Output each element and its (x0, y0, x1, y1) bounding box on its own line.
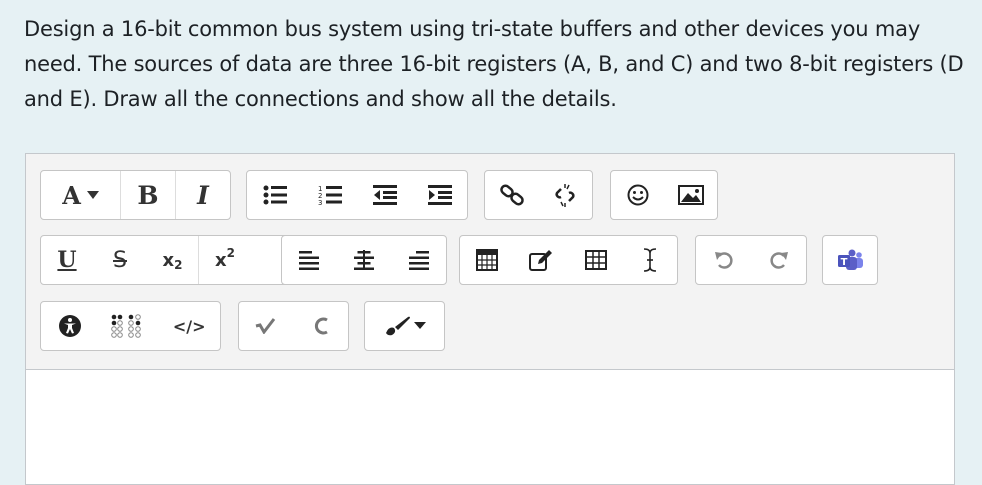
table-button[interactable] (569, 236, 623, 284)
accessibility-button[interactable] (41, 302, 99, 350)
image-icon (677, 185, 704, 205)
redo-icon (769, 252, 788, 269)
bold-letter: B (137, 180, 159, 210)
question-text: Design a 16-bit common bus system using … (24, 17, 964, 111)
bullet-list-button[interactable] (247, 171, 302, 219)
editor-toolbar: A B I 1 2 3 U S x 2 x 2 T </> (26, 154, 954, 370)
subscript-number: 2 (174, 258, 183, 272)
align-group (281, 235, 447, 285)
teams-icon: T (838, 249, 863, 270)
table-grid-icon (475, 249, 498, 271)
redo-button[interactable] (751, 236, 806, 284)
align-left-button[interactable] (282, 236, 337, 284)
text-cursor-icon (643, 248, 656, 272)
font-style-button[interactable]: A (41, 171, 121, 219)
align-right-icon (408, 251, 429, 270)
dropdown-caret-icon (86, 191, 99, 199)
accessibility-icon (58, 315, 81, 337)
numbered-list-button[interactable]: 1 2 3 (302, 171, 357, 219)
font-style-group: A B I (40, 170, 231, 220)
superscript-base: x (215, 249, 227, 271)
history-group (695, 235, 807, 285)
outdent-button[interactable] (357, 171, 412, 219)
align-center-button[interactable] (337, 236, 392, 284)
chemistry-button[interactable] (294, 302, 349, 350)
html-button[interactable]: </> (158, 302, 220, 350)
link-group (484, 170, 593, 220)
underline-button[interactable]: U (41, 236, 93, 284)
unlink-button[interactable] (539, 171, 593, 219)
subscript-base: x (162, 249, 175, 271)
editor-content-area[interactable] (26, 370, 954, 484)
align-center-icon (354, 250, 374, 270)
image-button[interactable] (664, 171, 717, 219)
unlink-icon (555, 184, 575, 207)
bullet-list-icon (263, 185, 287, 205)
media-group (610, 170, 718, 220)
strikethrough-button[interactable]: S (93, 236, 147, 284)
text-format-group: U S x2 x2 (40, 235, 295, 285)
undo-icon (714, 252, 733, 269)
italic-letter: I (197, 180, 209, 210)
italic-button[interactable]: I (176, 171, 230, 219)
accessibility-group: </> (40, 301, 221, 351)
paintbrush-button[interactable] (365, 302, 444, 350)
subscript-button[interactable]: x2 (147, 236, 199, 284)
svg-text:T: T (841, 257, 848, 268)
html-label: </> (172, 316, 206, 336)
braille-icon (110, 314, 141, 338)
emoji-button[interactable] (611, 171, 664, 219)
text-editor: A B I 1 2 3 U S x 2 x 2 T </> (25, 153, 955, 485)
insert-group (459, 235, 678, 285)
superscript-number: 2 (226, 246, 235, 260)
underline-letter: U (57, 247, 77, 273)
emoji-icon (627, 184, 648, 206)
link-button[interactable] (485, 171, 539, 219)
text-cursor-button[interactable] (622, 236, 677, 284)
edit-icon (529, 250, 553, 271)
list-group: 1 2 3 (246, 170, 468, 220)
align-right-button[interactable] (391, 236, 446, 284)
table-icon (584, 250, 607, 270)
outdent-icon (372, 185, 397, 205)
edit-button[interactable] (514, 236, 569, 284)
equation-button[interactable] (239, 302, 294, 350)
link-icon (499, 184, 524, 206)
indent-icon (427, 185, 452, 205)
svg-text:3: 3 (318, 199, 322, 206)
font-style-letter: A (62, 180, 81, 210)
bold-button[interactable]: B (121, 171, 176, 219)
numbered-list-icon: 1 2 3 (318, 185, 342, 206)
equation-icon (255, 318, 276, 334)
strike-letter: S (113, 247, 127, 273)
chemistry-icon (314, 317, 328, 335)
teams-button[interactable]: T (823, 236, 877, 284)
style-group (364, 301, 445, 351)
undo-button[interactable] (696, 236, 751, 284)
superscript-button[interactable]: x2 (199, 236, 251, 284)
math-group (238, 301, 349, 351)
indent-button[interactable] (412, 171, 467, 219)
braille-button[interactable] (99, 302, 159, 350)
paintbrush-icon (385, 316, 426, 336)
align-left-icon (299, 251, 320, 270)
table-grid-button[interactable] (460, 236, 514, 284)
teams-group: T (822, 235, 878, 285)
